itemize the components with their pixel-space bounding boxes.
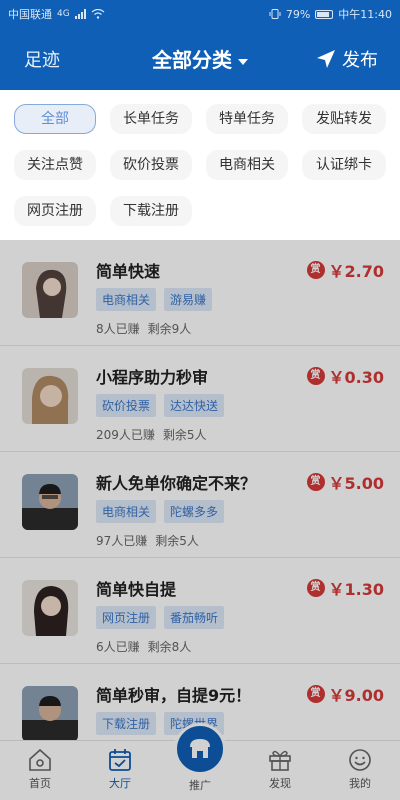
category-chip[interactable]: 特单任务 [206, 104, 288, 134]
clock: 中午11:40 [338, 8, 392, 21]
category-chip[interactable]: 发贴转发 [302, 104, 386, 134]
battery-icon [315, 9, 334, 19]
category-chip[interactable]: 砍价投票 [110, 150, 192, 180]
category-chip[interactable]: 电商相关 [206, 150, 288, 180]
category-chip[interactable]: 下载注册 [110, 196, 192, 226]
wifi-icon [91, 9, 105, 19]
vibrate-icon [269, 9, 281, 19]
battery-percent: 79% [285, 7, 311, 21]
page-title: 全部分类 [152, 48, 232, 72]
category-chip[interactable]: 长单任务 [110, 104, 192, 134]
category-chip-all[interactable]: 全部 [14, 104, 96, 134]
caret-down-icon [238, 58, 248, 65]
dropdown-backdrop[interactable] [0, 240, 400, 800]
carrier-label: 中国联通 [8, 8, 52, 21]
status-bar: 中国联通 4G 79% 中午11:40 [0, 0, 400, 28]
category-chip[interactable]: 关注点赞 [14, 150, 96, 180]
network-label: 4G [57, 9, 70, 19]
app-header: 足迹 全部分类 发布 [0, 28, 400, 90]
publish-label: 发布 [342, 50, 378, 71]
send-icon [317, 50, 335, 68]
category-panel: 全部 长单任务 特单任务 发贴转发 关注点赞 砍价投票 电商相关 认证绑卡 网页… [0, 90, 400, 240]
signal-icon [74, 9, 86, 19]
category-chip[interactable]: 网页注册 [14, 196, 96, 226]
category-chip[interactable]: 认证绑卡 [302, 150, 386, 180]
publish-button[interactable]: 发布 [316, 46, 378, 72]
